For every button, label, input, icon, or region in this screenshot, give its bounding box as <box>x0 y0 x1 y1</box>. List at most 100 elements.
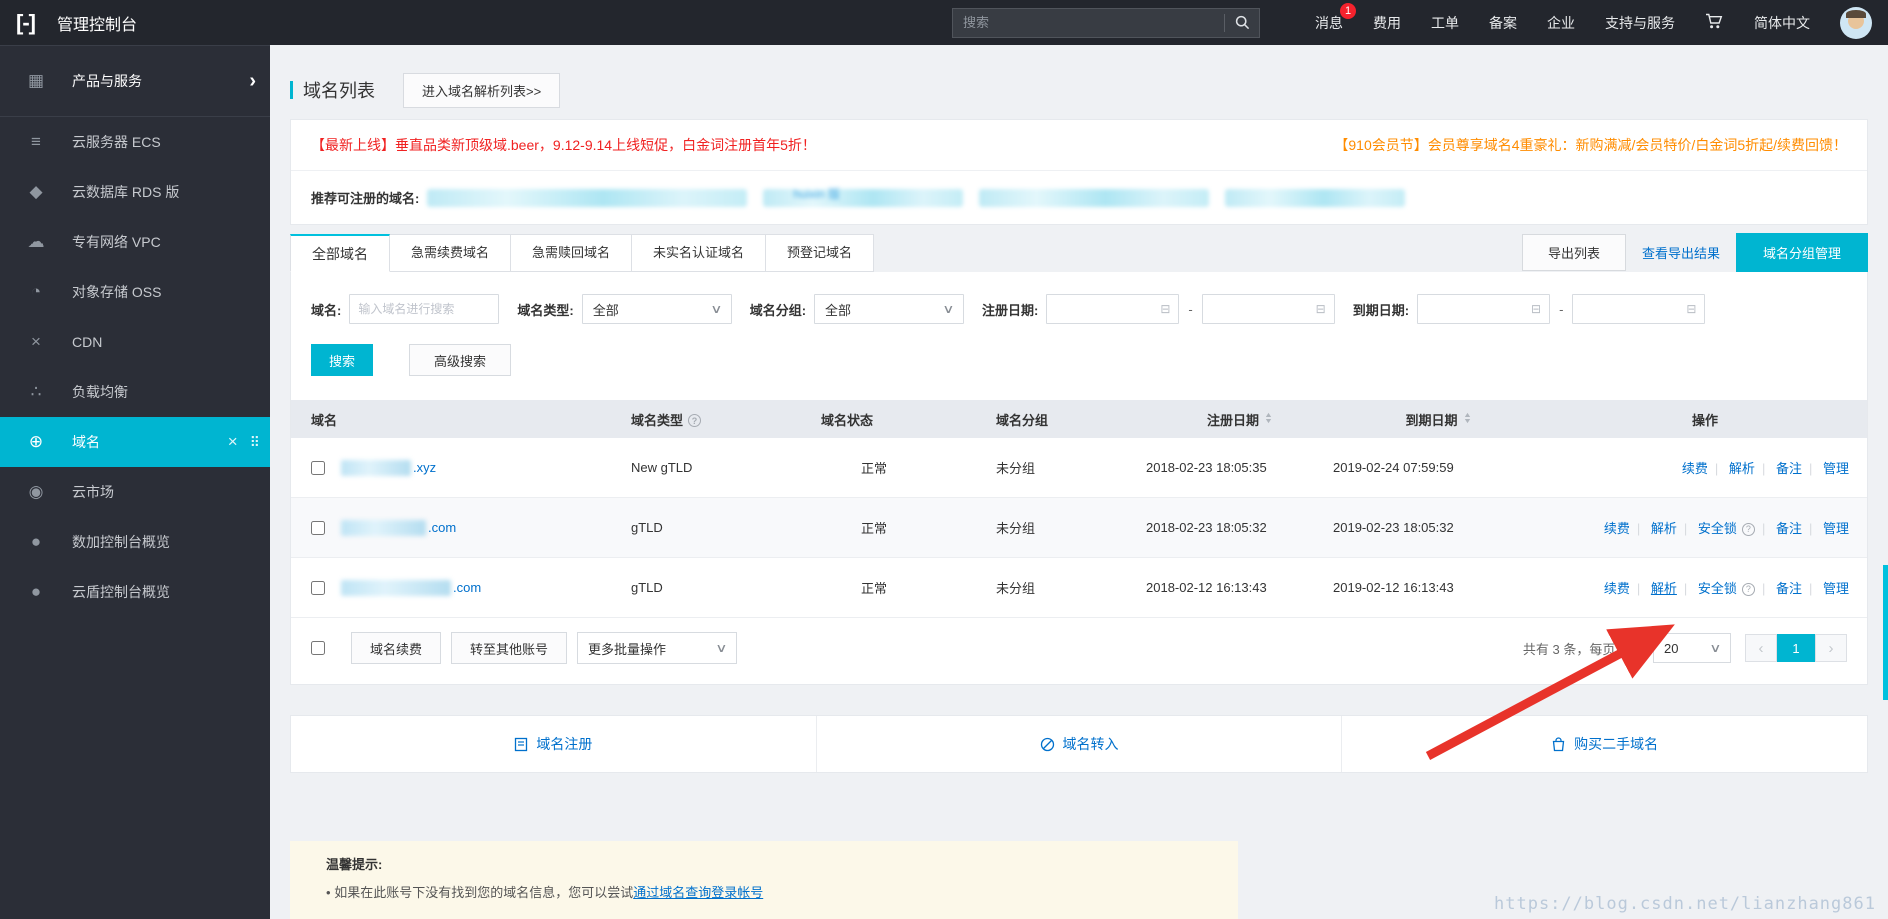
batch-action-row: 域名续费 转至其他账号 更多批量操作 ∨ 共有 3 条，每页显示: 20 ∨ ‹… <box>291 618 1867 684</box>
nav-billing[interactable]: 费用 <box>1373 13 1401 33</box>
search-button[interactable]: 搜索 <box>311 344 373 376</box>
renew-link[interactable]: 续费 <box>1604 581 1630 596</box>
sidebar-item-products[interactable]: ▦ 产品与服务 › <box>0 45 270 117</box>
sort-icon[interactable]: ▲ ▼ <box>1264 412 1273 425</box>
domain-link[interactable]: .com <box>428 520 456 535</box>
batch-transfer-button[interactable]: 转至其他账号 <box>451 632 568 664</box>
cart-icon[interactable] <box>1705 13 1724 33</box>
global-search[interactable] <box>952 7 1260 38</box>
security-lock-link[interactable]: 安全锁 <box>1698 581 1737 596</box>
sidebar-item-vpc[interactable]: ☁ 专有网络 VPC <box>0 217 270 267</box>
load-balancer-icon: ∴ <box>30 382 42 401</box>
console-title[interactable]: 管理控制台 <box>57 11 137 35</box>
domain-link[interactable]: .com <box>453 580 481 595</box>
calendar-icon: ⊟ <box>1315 302 1326 316</box>
close-icon[interactable]: × <box>228 432 238 452</box>
drag-handle-icon[interactable]: ⠿ <box>250 434 260 451</box>
sidebar-item-rds[interactable]: ◆ 云数据库 RDS 版 <box>0 167 270 217</box>
next-page-button[interactable]: › <box>1815 634 1847 662</box>
search-icon[interactable] <box>1225 9 1259 37</box>
col-status: 域名状态 <box>821 412 874 428</box>
manage-link[interactable]: 管理 <box>1823 521 1849 536</box>
sidebar-item-yundun[interactable]: ● 云盾控制台概览 <box>0 567 270 617</box>
tab-unverified[interactable]: 未实名认证域名 <box>632 233 767 272</box>
help-icon[interactable]: ? <box>1741 522 1755 536</box>
manage-link[interactable]: 管理 <box>1823 581 1849 596</box>
domain-link[interactable]: .xyz <box>413 460 436 475</box>
nav-support[interactable]: 支持与服务 <box>1605 13 1675 33</box>
current-page-button[interactable]: 1 <box>1777 634 1815 662</box>
redacted-domain-blob <box>979 188 1210 207</box>
resolve-link[interactable]: 解析 <box>1651 521 1677 536</box>
query-login-account-link[interactable]: 通过域名查询登录帐号 <box>633 885 763 900</box>
domain-group-manage-button[interactable]: 域名分组管理 <box>1735 233 1868 272</box>
sidebar-item-ecs[interactable]: ≡ 云服务器 ECS <box>0 117 270 167</box>
buy-secondhand-domain-link[interactable]: 购买二手域名 <box>1341 716 1867 772</box>
type-select[interactable]: 全部 ∨ <box>581 294 732 324</box>
prev-page-button[interactable]: ‹ <box>1745 634 1777 662</box>
alibaba-cloud-logo-icon[interactable]: [-] <box>16 10 36 36</box>
tab-redeem-soon[interactable]: 急需赎回域名 <box>511 233 633 272</box>
page-size-select[interactable]: 20 ∨ <box>1653 633 1731 663</box>
main-content: 域名列表 进入域名解析列表>> 【最新上线】垂直品类新顶级域.beer，9.12… <box>270 45 1888 919</box>
nav-message[interactable]: 消息 1 <box>1315 2 1356 33</box>
row-checkbox[interactable] <box>311 520 325 535</box>
sidebar-item-oss[interactable]: ◔ 对象存储 OSS <box>0 267 270 317</box>
tab-preregister[interactable]: 预登记域名 <box>766 233 875 272</box>
exp-date-start-input[interactable]: ⊟ <box>1417 294 1551 324</box>
batch-renew-button[interactable]: 域名续费 <box>351 632 442 664</box>
sort-icon[interactable]: ▲ ▼ <box>1462 412 1471 425</box>
nav-beian[interactable]: 备案 <box>1489 13 1517 33</box>
date-separator: - <box>1188 301 1193 317</box>
group-select[interactable]: 全部 ∨ <box>814 294 965 324</box>
resolve-link[interactable]: 解析 <box>1651 581 1677 596</box>
renew-link[interactable]: 续费 <box>1604 521 1630 536</box>
row-checkbox[interactable] <box>311 580 325 595</box>
renew-link[interactable]: 续费 <box>1682 461 1708 476</box>
remark-link[interactable]: 备注 <box>1776 461 1802 476</box>
reg-date-end-input[interactable]: ⊟ <box>1201 294 1335 324</box>
domain-search-input[interactable] <box>349 294 500 324</box>
remark-link[interactable]: 备注 <box>1776 521 1802 536</box>
sidebar-item-market[interactable]: ◉ 云市场 <box>0 467 270 517</box>
grid-icon: ▦ <box>27 71 45 90</box>
advanced-search-button[interactable]: 高级搜索 <box>409 344 512 376</box>
manage-link[interactable]: 管理 <box>1823 461 1849 476</box>
export-list-button[interactable]: 导出列表 <box>1521 234 1626 271</box>
sidebar-item-slb[interactable]: ∴ 负载均衡 <box>0 367 270 417</box>
promo-orange-text[interactable]: 【910会员节】会员尊享域名4重豪礼：新购满减/会员特价/白金词5折起/续费回馈… <box>1334 135 1847 155</box>
nav-language[interactable]: 简体中文 <box>1754 13 1810 33</box>
sidebar-item-shujia[interactable]: ● 数加控制台概览 <box>0 517 270 567</box>
remark-link[interactable]: 备注 <box>1776 581 1802 596</box>
tab-renew-soon[interactable]: 急需续费域名 <box>390 233 512 272</box>
calendar-icon: ⊟ <box>1686 302 1697 316</box>
nav-ticket[interactable]: 工单 <box>1431 13 1459 33</box>
domain-register-link[interactable]: 域名注册 <box>291 716 816 772</box>
redacted-domain-blob <box>341 579 451 596</box>
help-icon[interactable]: ? <box>1741 582 1755 596</box>
select-all-checkbox[interactable] <box>311 641 325 655</box>
help-icon[interactable]: ? <box>688 414 702 427</box>
reg-date-start-input[interactable]: ⊟ <box>1046 294 1180 324</box>
sidebar-item-domain[interactable]: ⊕ 域名 × ⠿ <box>0 417 270 467</box>
tab-all-domains[interactable]: 全部域名 <box>290 233 390 272</box>
row-checkbox[interactable] <box>311 460 325 475</box>
exp-date-end-input[interactable]: ⊟ <box>1572 294 1706 324</box>
search-input[interactable] <box>953 15 1224 30</box>
calendar-icon: ⊟ <box>1160 302 1171 316</box>
sidebar-item-cdn[interactable]: × CDN <box>0 317 270 367</box>
more-batch-select[interactable]: 更多批量操作 ∨ <box>577 632 738 664</box>
goto-dns-list-button[interactable]: 进入域名解析列表>> <box>403 72 561 108</box>
filter-row: 域名: 域名类型: 全部 ∨ 域名分组: 全部 ∨ 注册日期: ⊟ - <box>291 272 1867 324</box>
feedback-widget-edge[interactable] <box>1883 565 1888 700</box>
resolve-link[interactable]: 解析 <box>1729 461 1755 476</box>
promo-red-text[interactable]: 【最新上线】垂直品类新顶级域.beer，9.12-9.14上线短促，白金词注册首… <box>311 135 816 155</box>
redacted-domain-blob: huixin 版 <box>763 187 964 207</box>
security-lock-link[interactable]: 安全锁 <box>1698 521 1737 536</box>
top-navbar: [-] 管理控制台 消息 1 费用 工单 备案 企业 支持与服务 简体中文 <box>0 0 1888 45</box>
nav-enterprise[interactable]: 企业 <box>1547 13 1575 33</box>
avatar[interactable] <box>1840 6 1872 39</box>
domain-transfer-in-link[interactable]: 域名转入 <box>815 716 1342 772</box>
status-text: 正常 <box>861 581 888 596</box>
view-export-result-link[interactable]: 查看导出结果 <box>1642 243 1720 262</box>
